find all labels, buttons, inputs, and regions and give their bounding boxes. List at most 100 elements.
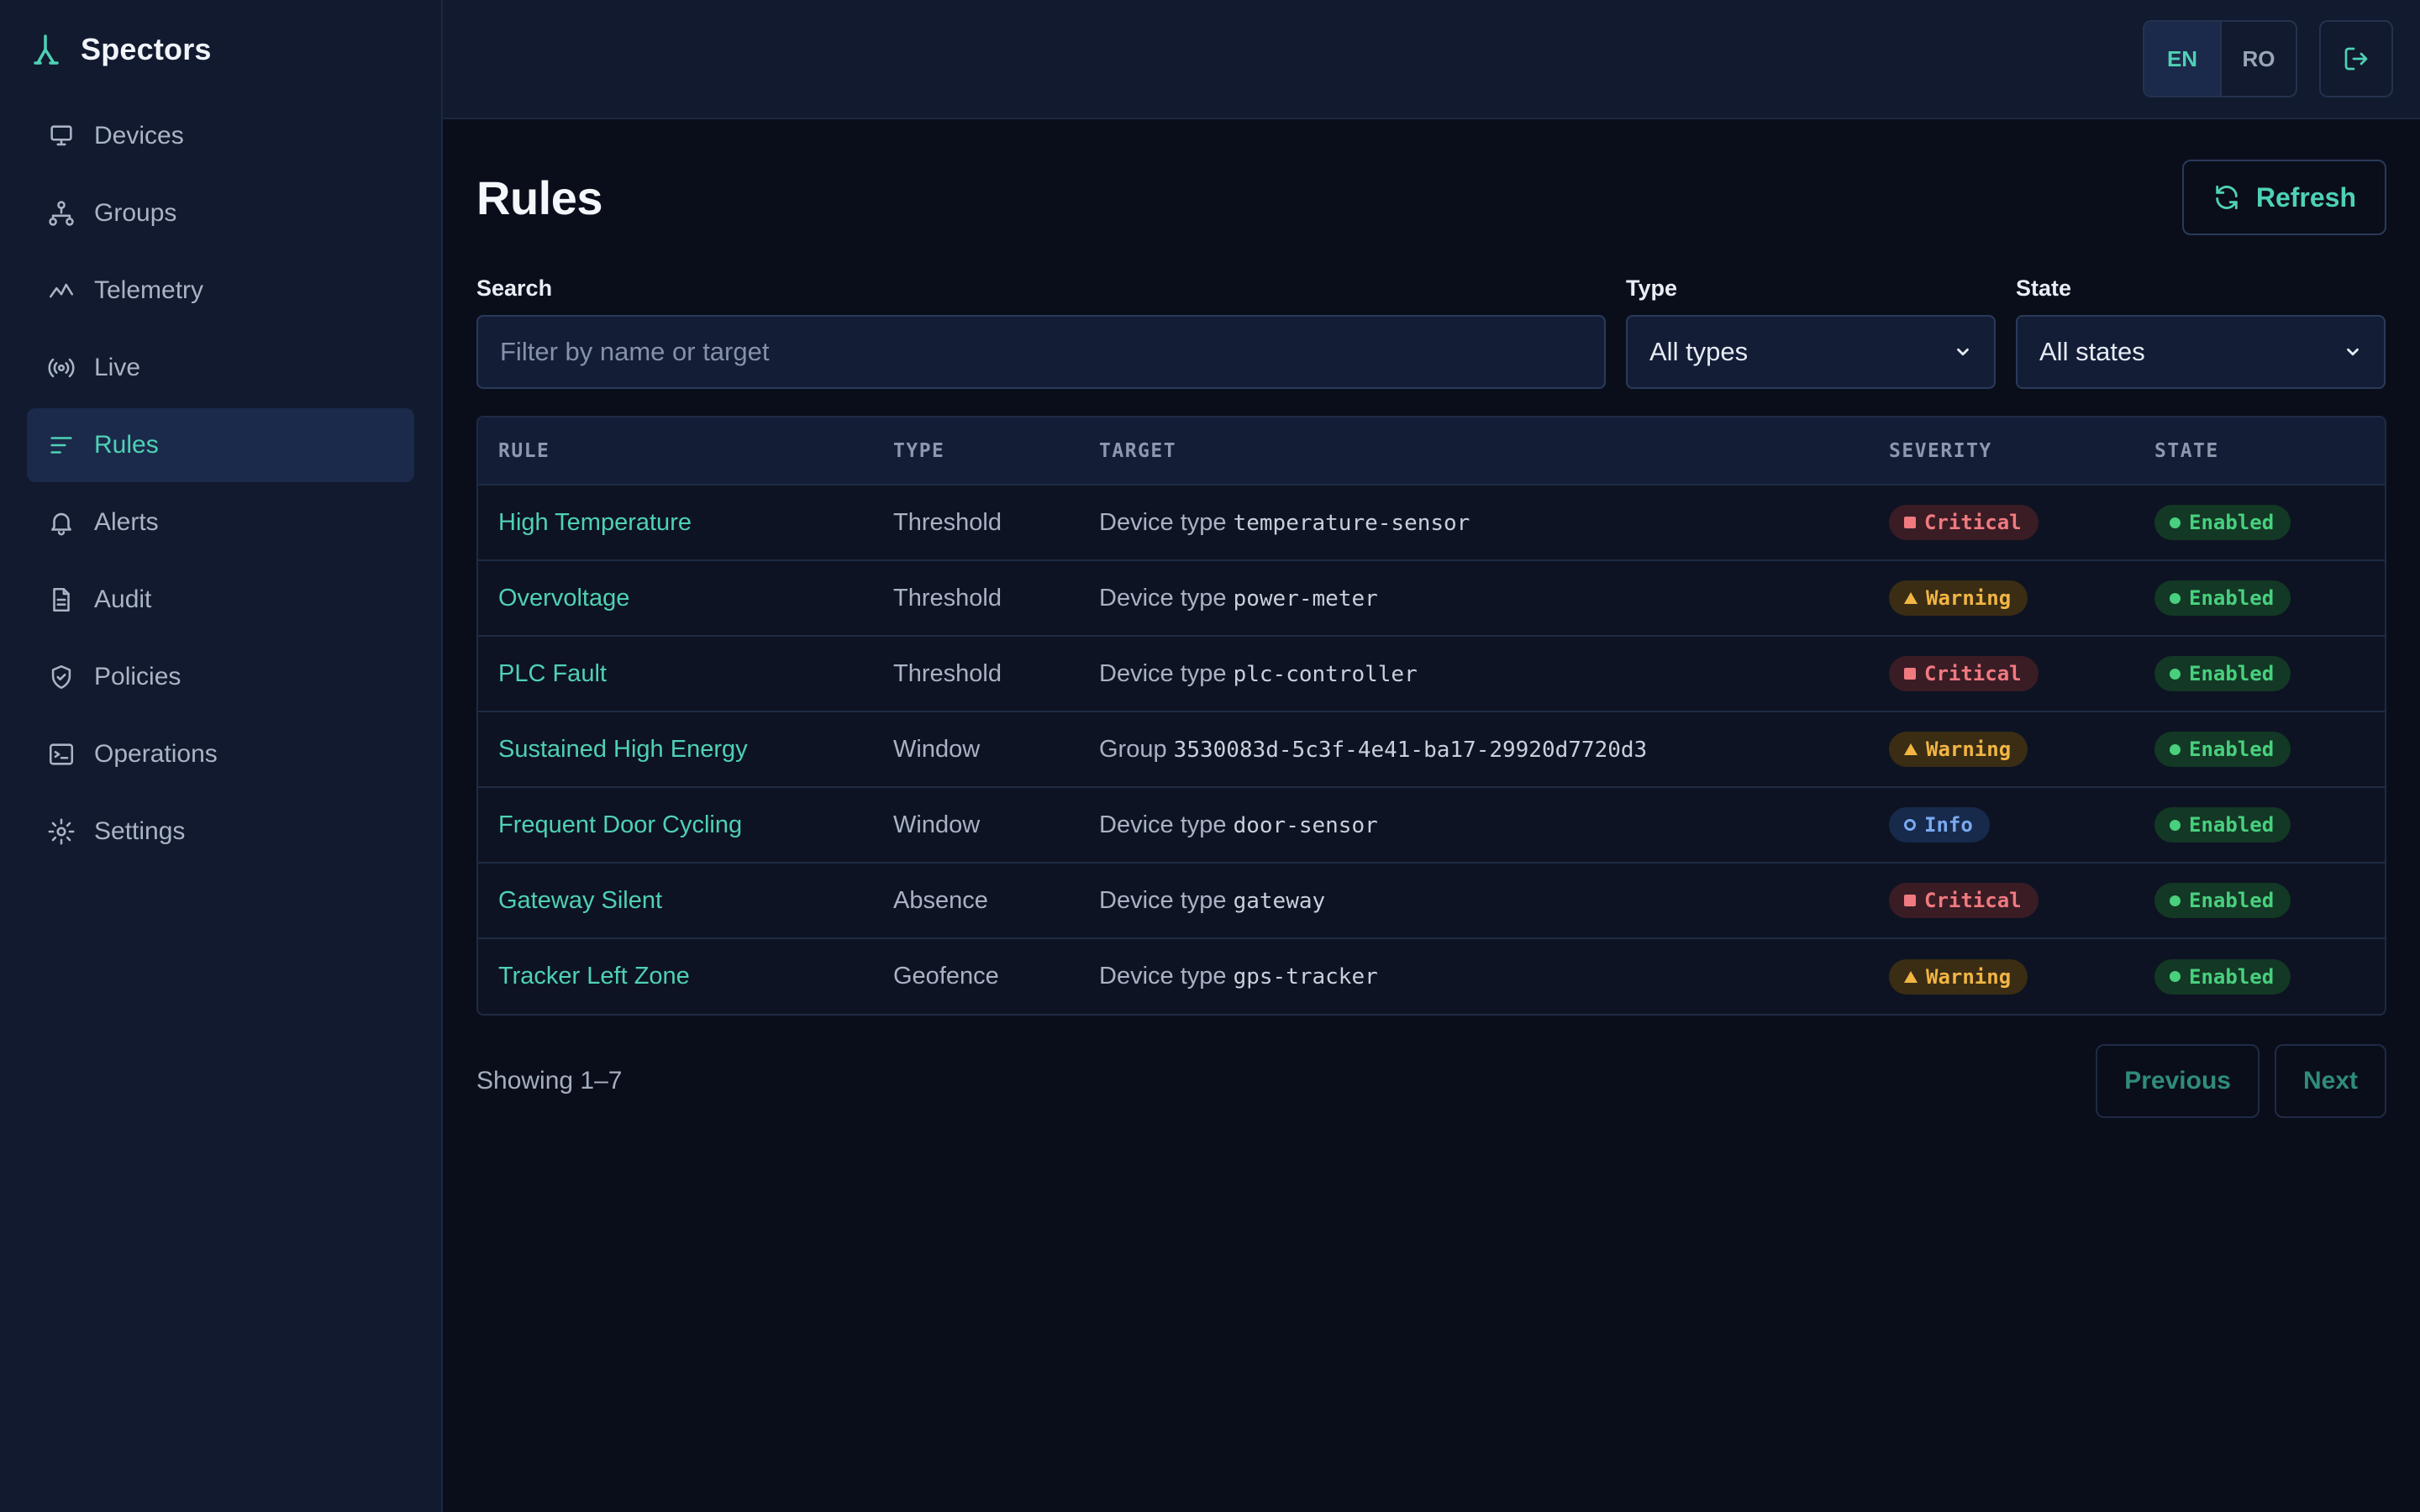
- critical-square-icon: [1904, 895, 1916, 906]
- type-select[interactable]: All types: [1626, 315, 1996, 389]
- state-cell: Enabled: [2134, 787, 2385, 863]
- rule-type: Threshold: [893, 659, 1002, 687]
- sidebar-item-label: Groups: [94, 199, 177, 227]
- target-prefix: Device type: [1099, 584, 1227, 612]
- table-row[interactable]: PLC Fault Threshold Device type plc-cont…: [478, 636, 2385, 711]
- sidebar-item-policies[interactable]: Policies: [27, 640, 414, 714]
- sidebar-item-label: Telemetry: [94, 276, 204, 304]
- column-header-state[interactable]: STATE: [2134, 417, 2385, 485]
- table-body: High Temperature Threshold Device type t…: [478, 485, 2385, 1014]
- rule-target: Device type gateway: [1079, 863, 1869, 938]
- state-cell: Enabled: [2134, 636, 2385, 711]
- logout-button[interactable]: [2319, 20, 2393, 97]
- target-prefix: Group: [1099, 735, 1167, 763]
- column-header-rule[interactable]: RULE: [478, 417, 873, 485]
- sidebar: Spectors Devices Groups Telemetry Live R…: [0, 0, 443, 1512]
- state-cell: Enabled: [2134, 938, 2385, 1014]
- warning-triangle-icon: [1904, 592, 1918, 604]
- status-dot-icon: [2170, 971, 2181, 982]
- refresh-button[interactable]: Refresh: [2181, 160, 2386, 235]
- monitor-icon: [50, 125, 72, 146]
- column-header-target[interactable]: TARGET: [1079, 417, 1869, 485]
- target-value: 3530083d-5c3f-4e41-ba17-29920d7720d3: [1173, 737, 1648, 763]
- rule-name-link[interactable]: PLC Fault: [478, 636, 873, 711]
- document-icon: [53, 587, 70, 612]
- table-row[interactable]: High Temperature Threshold Device type t…: [478, 485, 2385, 560]
- target-prefix: Device type: [1099, 508, 1227, 536]
- sidebar-item-groups[interactable]: Groups: [27, 176, 414, 250]
- state-select[interactable]: All states: [2016, 315, 2386, 389]
- type-select-value: All types: [1649, 337, 1749, 366]
- target-value: temperature-sensor: [1233, 510, 1470, 536]
- column-header-type[interactable]: TYPE: [873, 417, 1079, 485]
- status-dot-icon: [2170, 668, 2181, 680]
- sidebar-item-operations[interactable]: Operations: [27, 717, 414, 791]
- sidebar-item-rules[interactable]: Rules: [27, 408, 414, 482]
- lang-ro-button[interactable]: RO: [2220, 22, 2296, 96]
- severity-cell: Warning: [1869, 711, 2134, 787]
- table-row[interactable]: Tracker Left Zone Geofence Device type g…: [478, 938, 2385, 1014]
- table-row[interactable]: Overvoltage Threshold Device type power-…: [478, 560, 2385, 636]
- state-label: Enabled: [2189, 738, 2275, 761]
- next-button[interactable]: Next: [2274, 1044, 2386, 1118]
- sidebar-item-settings[interactable]: Settings: [27, 795, 414, 869]
- severity-cell: Warning: [1869, 938, 2134, 1014]
- status-dot-icon: [2170, 819, 2181, 831]
- sidebar-item-devices[interactable]: Devices: [27, 99, 414, 173]
- status-dot-icon: [2170, 743, 2181, 755]
- search-label: Search: [476, 276, 553, 301]
- target-value: plc-controller: [1233, 661, 1418, 687]
- severity-badge: Critical: [1889, 656, 2039, 691]
- rule-name-link[interactable]: Tracker Left Zone: [478, 938, 873, 1014]
- topbar: EN RO: [443, 0, 2420, 119]
- severity-label: Critical: [1924, 662, 2022, 685]
- table-row[interactable]: Frequent Door Cycling Window Device type…: [478, 787, 2385, 863]
- target-prefix: Device type: [1099, 811, 1227, 838]
- table-row[interactable]: Sustained High Energy Window Group 35300…: [478, 711, 2385, 787]
- chevron-down-icon: [2347, 348, 2359, 356]
- severity-badge: Critical: [1889, 505, 2039, 540]
- sidebar-item-telemetry[interactable]: Telemetry: [27, 254, 414, 328]
- state-badge: Enabled: [2154, 732, 2291, 767]
- sidebar-item-live[interactable]: Live: [27, 331, 414, 405]
- state-badge: Enabled: [2154, 807, 2291, 843]
- rule-target: Device type door-sensor: [1079, 787, 1869, 863]
- broadcast-icon: [48, 358, 75, 378]
- refresh-icon: [2216, 185, 2238, 210]
- state-label: State: [2016, 276, 2072, 301]
- column-header-severity[interactable]: SEVERITY: [1869, 417, 2134, 485]
- rule-type: Threshold: [893, 584, 1002, 612]
- table-row[interactable]: Gateway Silent Absence Device type gatew…: [478, 863, 2385, 938]
- lang-en-button[interactable]: EN: [2144, 22, 2220, 96]
- warning-triangle-icon: [1904, 743, 1918, 755]
- status-dot-icon: [2170, 592, 2181, 604]
- rule-target: Device type gps-tracker: [1079, 938, 1869, 1014]
- previous-button[interactable]: Previous: [2096, 1044, 2260, 1118]
- sidebar-item-audit[interactable]: Audit: [27, 563, 414, 637]
- severity-label: Info: [1924, 813, 1973, 837]
- search-input[interactable]: [476, 315, 1606, 389]
- rule-target: Device type power-meter: [1079, 560, 1869, 636]
- sidebar-item-alerts[interactable]: Alerts: [27, 486, 414, 559]
- app-name: Spectors: [81, 32, 212, 66]
- rule-name-link[interactable]: Overvoltage: [478, 560, 873, 636]
- filters-bar: Search Type All types State All states: [476, 276, 2386, 389]
- rule-type: Window: [893, 735, 981, 763]
- rule-name-link[interactable]: High Temperature: [478, 485, 873, 560]
- table-header-row: RULE TYPE TARGET SEVERITY STATE: [478, 417, 2385, 485]
- rule-name-link[interactable]: Sustained High Energy: [478, 711, 873, 787]
- rules-table: RULE TYPE TARGET SEVERITY STATE High Tem…: [476, 416, 2386, 1016]
- app-root: Spectors Devices Groups Telemetry Live R…: [0, 0, 2420, 1512]
- target-prefix: Device type: [1099, 963, 1227, 990]
- brand[interactable]: Spectors: [0, 0, 441, 99]
- main-area: EN RO Rules Refresh Search Filter by nam…: [443, 0, 2420, 1512]
- critical-square-icon: [1904, 517, 1916, 528]
- rule-type: Absence: [893, 886, 988, 914]
- rule-name-link[interactable]: Gateway Silent: [478, 863, 873, 938]
- rule-name-link[interactable]: Frequent Door Cycling: [478, 787, 873, 863]
- refresh-label: Refresh: [2255, 181, 2356, 213]
- sidebar-item-label: Policies: [94, 663, 182, 690]
- rule-type: Threshold: [893, 508, 1002, 536]
- sidebar-item-label: Settings: [94, 817, 186, 845]
- sidebar-item-label: Devices: [94, 122, 184, 150]
